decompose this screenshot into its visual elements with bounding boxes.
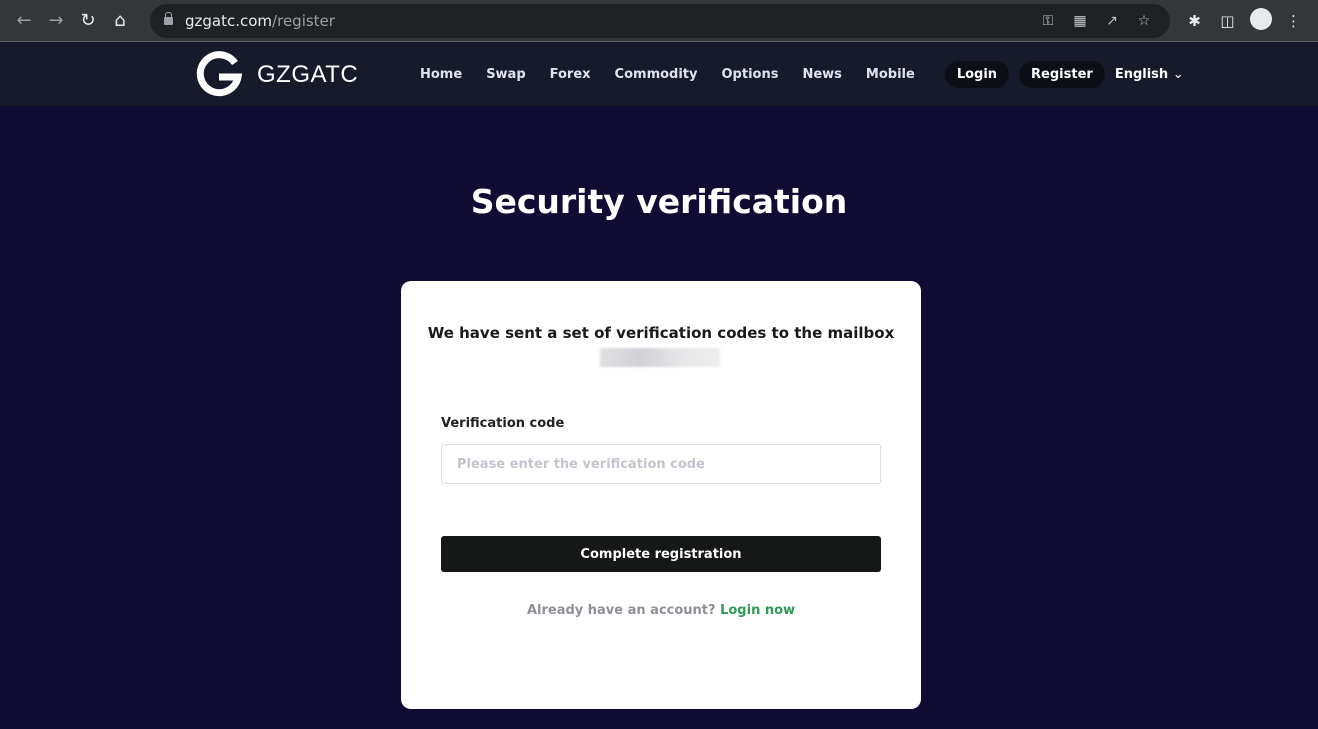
page-title: Security verification xyxy=(470,182,848,221)
forward-icon[interactable]: → xyxy=(40,5,72,37)
main-nav: Home Swap Forex Commodity Options News M… xyxy=(408,42,1184,106)
nav-forex[interactable]: Forex xyxy=(550,67,591,82)
nav-commodity[interactable]: Commodity xyxy=(615,67,698,82)
home-icon[interactable]: ⌂ xyxy=(104,5,136,37)
nav-news[interactable]: News xyxy=(802,67,841,82)
verification-card: We have sent a set of verification codes… xyxy=(401,281,921,709)
nav-swap[interactable]: Swap xyxy=(486,67,525,82)
reload-icon[interactable]: ↻ xyxy=(72,5,104,37)
register-button[interactable]: Register xyxy=(1019,60,1105,88)
extensions-icon[interactable]: ✱ xyxy=(1178,12,1211,30)
login-now-link[interactable]: Login now xyxy=(720,603,795,618)
key-icon[interactable]: ⚿ xyxy=(1032,13,1064,29)
chevron-down-icon: ⌄ xyxy=(1172,66,1184,82)
share-icon[interactable]: ↗ xyxy=(1096,13,1128,29)
verification-code-input[interactable] xyxy=(441,444,881,484)
sent-message: We have sent a set of verification codes… xyxy=(427,324,895,342)
brand-name: GZGATC xyxy=(257,61,359,88)
back-icon[interactable]: ← xyxy=(8,5,40,37)
browser-toolbar: ← → ↻ ⌂ gzgatc.com/register ⚿ ▦ ↗ ☆ ✱ ◫ … xyxy=(0,0,1318,42)
url-host: gzgatc.com xyxy=(185,11,273,30)
redacted-email xyxy=(600,348,720,367)
menu-icon[interactable]: ⋮ xyxy=(1277,12,1310,30)
star-icon[interactable]: ☆ xyxy=(1128,13,1160,29)
lock-icon xyxy=(164,11,173,25)
nav-home[interactable]: Home xyxy=(420,67,462,82)
language-label: English xyxy=(1114,66,1169,82)
login-prompt: Already have an account? Login now xyxy=(401,603,921,618)
profile-icon[interactable] xyxy=(1244,7,1277,34)
address-bar[interactable]: gzgatc.com/register ⚿ ▦ ↗ ☆ xyxy=(150,3,1170,38)
language-select[interactable]: English ⌄ xyxy=(1115,67,1184,82)
nav-options[interactable]: Options xyxy=(722,67,779,82)
side-panel-icon[interactable]: ◫ xyxy=(1211,12,1244,30)
site-header: GZGATC Home Swap Forex Commodity Options… xyxy=(0,42,1318,106)
complete-registration-button[interactable]: Complete registration xyxy=(441,536,881,572)
url-path: /register xyxy=(272,11,335,30)
nav-mobile[interactable]: Mobile xyxy=(866,67,915,82)
logo-icon xyxy=(196,51,243,97)
logo[interactable]: GZGATC xyxy=(195,51,358,99)
login-prompt-text: Already have an account? xyxy=(526,603,716,618)
login-button[interactable]: Login xyxy=(944,60,1010,88)
code-label: Verification code xyxy=(441,416,565,431)
translate-icon[interactable]: ▦ xyxy=(1064,13,1096,29)
